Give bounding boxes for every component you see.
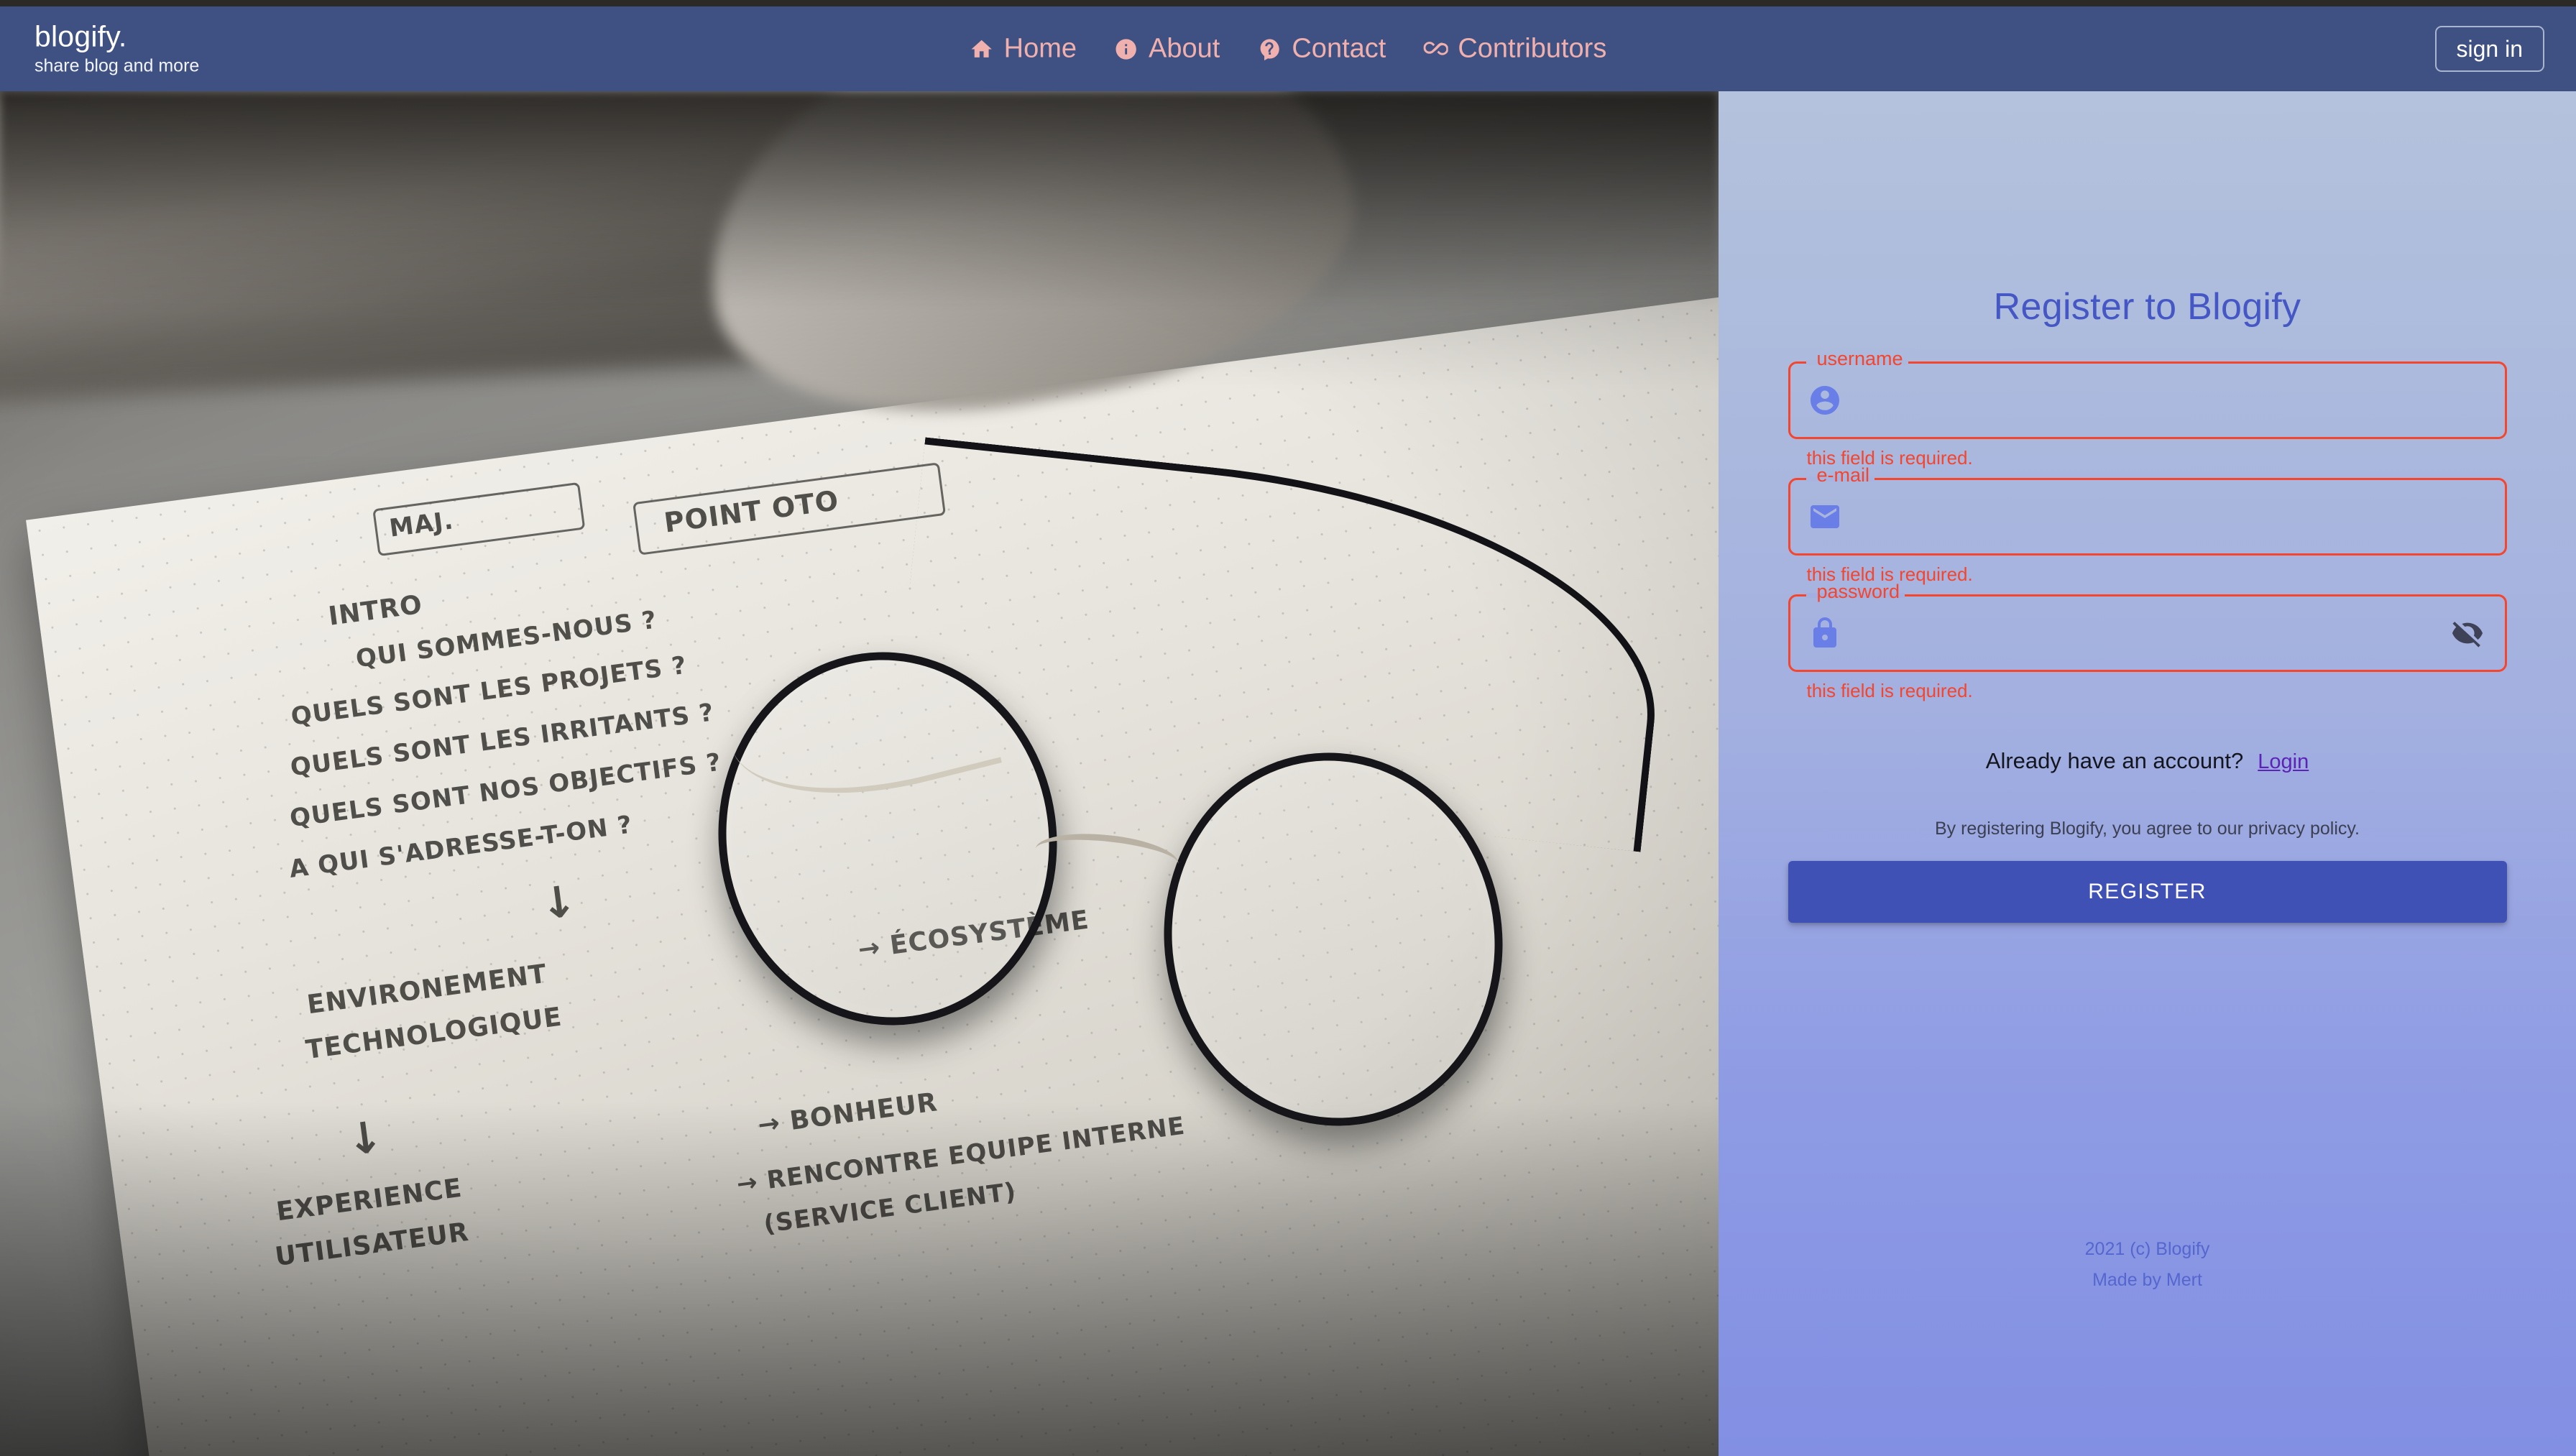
lock-icon (1808, 616, 1842, 650)
email-field-outline[interactable]: e-mail (1788, 466, 2507, 556)
home-icon (970, 37, 994, 61)
have-account-row: Already have an account? Login (1788, 748, 2507, 774)
sign-in-button[interactable]: sign in (2434, 26, 2544, 72)
main-content: MAJ. POINT OTO INTRO QUI SOMMES-NOUS ? Q… (0, 91, 2576, 1456)
email-error-text: this field is required. (1806, 563, 1973, 585)
nav-item-about-label: About (1149, 33, 1220, 64)
register-button[interactable]: REGISTER (1788, 861, 2507, 923)
username-field-outline[interactable]: username (1788, 349, 2507, 439)
login-link[interactable]: Login (2258, 750, 2309, 774)
register-panel: Register to Blogify username this field … (1719, 91, 2576, 1456)
brand-subtitle: share blog and more (34, 55, 200, 76)
email-input[interactable] (1841, 480, 2488, 553)
email-icon (1808, 499, 1842, 534)
password-error-text: this field is required. (1806, 680, 1973, 701)
visibility-off-icon[interactable] (2447, 613, 2488, 653)
photo-vignette (0, 91, 1719, 1456)
nav-item-about[interactable]: About (1114, 34, 1220, 65)
privacy-notice: By registering Blogify, you agree to our… (1934, 819, 2360, 839)
footer-credit: Made by Mert (2092, 1269, 2202, 1290)
email-label: e-mail (1816, 464, 1870, 486)
main-nav: Home About Contact Contributors (970, 34, 1606, 65)
nav-item-contact-label: Contact (1292, 33, 1386, 64)
password-input[interactable] (1841, 596, 2447, 670)
window-chrome-strip (0, 0, 2576, 6)
have-account-text: Already have an account? (1985, 748, 2244, 773)
username-input[interactable] (1841, 364, 2488, 437)
footer-copyright: 2021 (c) Blogify (2084, 1239, 2210, 1259)
brand-title: blogify. (34, 19, 127, 53)
panel-footer: 2021 (c) Blogify Made by Mert (1719, 1234, 2576, 1295)
site-header: blogify. share blog and more Home About … (0, 6, 2576, 91)
username-error-text: this field is required. (1806, 447, 1973, 469)
nav-item-contributors-label: Contributors (1458, 33, 1607, 64)
password-field-group: password this field is required. (1788, 582, 2507, 702)
account-circle-icon (1808, 383, 1842, 418)
email-field-group: e-mail this field is required. (1788, 466, 2507, 586)
nav-item-home-label: Home (1003, 33, 1077, 64)
password-field-outline[interactable]: password (1788, 582, 2507, 672)
infinity-icon (1423, 37, 1448, 61)
username-label: username (1816, 348, 1903, 369)
register-form: username this field is required. e-mail (1788, 349, 2507, 923)
hero-photo: MAJ. POINT OTO INTRO QUI SOMMES-NOUS ? Q… (0, 91, 1719, 1456)
username-field-group: username this field is required. (1788, 349, 2507, 469)
help-icon (1257, 37, 1282, 61)
nav-item-home[interactable]: Home (970, 34, 1077, 65)
page-title: Register to Blogify (1993, 286, 2301, 328)
password-label: password (1816, 581, 1900, 602)
info-icon (1114, 37, 1138, 61)
brand[interactable]: blogify. share blog and more (34, 19, 200, 77)
nav-item-contact[interactable]: Contact (1257, 34, 1386, 65)
nav-item-contributors[interactable]: Contributors (1423, 34, 1606, 65)
